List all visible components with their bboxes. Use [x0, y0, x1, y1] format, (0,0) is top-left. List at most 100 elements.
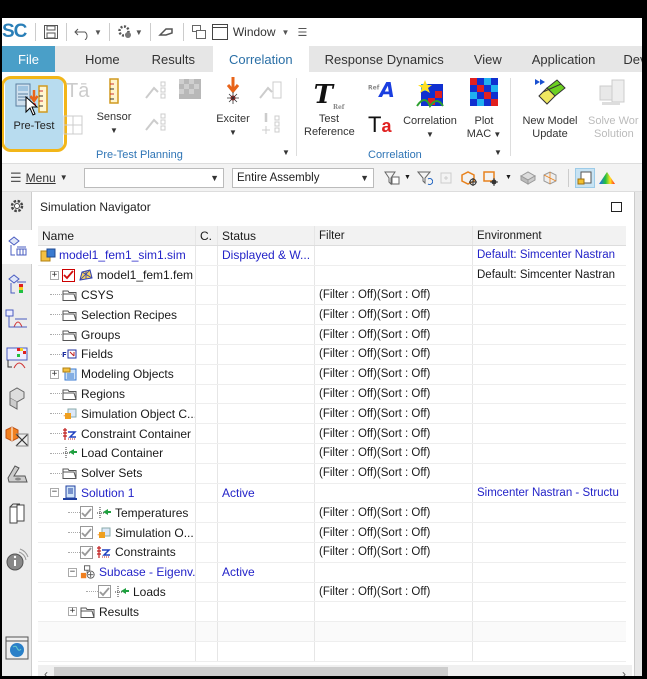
tree-row[interactable]: Temperatures (Filter : Off)(Sort : Off): [38, 503, 626, 524]
chevron-down-icon[interactable]: ▼: [229, 128, 237, 137]
test-reference-button[interactable]: TRef Test Reference: [304, 80, 355, 139]
tree-row[interactable]: Simulation O... (Filter : Off)(Sort : Off…: [38, 523, 626, 543]
tree-row-name-cell[interactable]: [38, 641, 196, 661]
tree-row-name-cell[interactable]: + Results: [38, 602, 196, 622]
tree-row-name-cell[interactable]: Simulation O...: [38, 523, 196, 542]
collapse-icon[interactable]: −: [68, 567, 77, 577]
pretest-button[interactable]: Pre-Test: [5, 78, 63, 150]
tree-row-name-cell[interactable]: CSYS: [38, 285, 196, 305]
tree-row-name-cell[interactable]: Solver Sets: [38, 463, 196, 483]
tree-row-name-cell[interactable]: Regions: [38, 384, 196, 404]
tab-file[interactable]: File: [2, 46, 55, 72]
chevron-down-icon[interactable]: ▼: [135, 28, 143, 37]
tab-correlation[interactable]: Correlation: [213, 46, 309, 72]
tree-row-name-cell[interactable]: Temperatures: [38, 503, 196, 523]
tree-row-name-cell[interactable]: + Modeling Objects: [38, 364, 196, 384]
tree-row[interactable]: + model1_fem1.fem Default: Simcenter Nastr…: [38, 265, 626, 286]
tree-row[interactable]: Constraints (Filter : Off)(Sort : Off): [38, 542, 626, 563]
menu-button[interactable]: ☰ Menu ▼: [2, 170, 84, 186]
snap-disabled-icon[interactable]: [437, 168, 457, 188]
tab-results[interactable]: Results: [138, 46, 213, 72]
tab-home[interactable]: Home: [55, 46, 138, 72]
column-header-name[interactable]: Name: [38, 226, 196, 245]
type-filter-combo[interactable]: ▼: [84, 167, 224, 188]
customize-toolbar-icon[interactable]: ☰: [297, 26, 307, 39]
visibility-checkbox[interactable]: [80, 526, 93, 540]
tree-row[interactable]: Solver Sets (Filter : Off)(Sort : Off): [38, 463, 626, 484]
tree-row[interactable]: model1_fem1_sim1.sim Displayed & W... Defa…: [38, 246, 626, 266]
window-menu[interactable]: Window: [233, 25, 276, 39]
tree-row-name-cell[interactable]: Selection Recipes: [38, 305, 196, 325]
correlation-button[interactable]: Correlation ▼: [400, 78, 460, 141]
horizontal-scroll-thumb[interactable]: [54, 667, 448, 676]
visibility-checkbox[interactable]: [62, 268, 75, 282]
tree-row-name-cell[interactable]: Simulation Object C...: [38, 404, 196, 424]
tree-row[interactable]: Loads (Filter : Off)(Sort : Off): [38, 582, 626, 603]
save-icon[interactable]: [43, 24, 59, 40]
select-face-icon[interactable]: [481, 168, 501, 188]
sensor-button[interactable]: Sensor ▼: [92, 78, 136, 137]
vertical-scrollbar[interactable]: [634, 192, 642, 676]
resource-bar-settings[interactable]: [2, 192, 32, 222]
undo-icon[interactable]: ▼: [74, 24, 102, 40]
tree-row-name-cell[interactable]: − Subcase - Eigenv...: [38, 562, 196, 582]
group-dialog-launcher-icon[interactable]: ▼: [282, 148, 290, 157]
column-header-status[interactable]: Status: [218, 226, 315, 245]
analysis-reference-icon[interactable]: RefA: [368, 78, 395, 102]
tree-row[interactable]: − Subcase - Eigenv... Active: [38, 562, 626, 583]
expand-icon[interactable]: +: [50, 270, 59, 280]
resource-bar-web-browser[interactable]: [2, 630, 32, 668]
tree-row[interactable]: + Results: [38, 602, 626, 623]
resource-bar-system-info[interactable]: [2, 544, 32, 578]
column-header-c[interactable]: C.: [196, 226, 218, 245]
maximize-icon[interactable]: [611, 202, 622, 212]
tree-row-name-cell[interactable]: Constraint Container: [38, 424, 196, 443]
resource-bar-reuse-library[interactable]: [2, 458, 32, 492]
resource-bar-xy-function[interactable]: [2, 304, 32, 338]
resource-bar-history[interactable]: [2, 498, 32, 532]
tree-row-name-cell[interactable]: [38, 622, 196, 641]
tree-row[interactable]: [38, 622, 626, 642]
tree-row-name-cell[interactable]: Constraints: [38, 542, 196, 562]
resource-bar-part-navigator[interactable]: [2, 420, 32, 454]
magnet-pin-icon[interactable]: [158, 25, 176, 39]
filter-list-icon[interactable]: [382, 168, 402, 188]
chevron-down-icon[interactable]: ▼: [505, 174, 512, 181]
chevron-down-icon[interactable]: ▼: [491, 130, 501, 139]
tree-row[interactable]: Constraint Container (Filter : Off)(Sort …: [38, 424, 626, 444]
visibility-checkbox[interactable]: [98, 585, 111, 599]
resource-bar-simulation-navigator[interactable]: [2, 230, 32, 264]
tab-response-dynamics[interactable]: Response Dynamics: [309, 46, 460, 72]
tree-row-name-cell[interactable]: + model1_fem1.fem: [38, 265, 196, 285]
solve-work-solution-button[interactable]: Solve Wor Solution: [588, 78, 642, 141]
tree-row[interactable]: Groups (Filter : Off)(Sort : Off): [38, 325, 626, 345]
tree-row[interactable]: Load Container (Filter : Off)(Sort : Off): [38, 443, 626, 464]
tree-row-name-cell[interactable]: Groups: [38, 325, 196, 344]
visibility-checkbox[interactable]: [80, 506, 93, 520]
column-header-environment[interactable]: Environment: [473, 226, 626, 245]
chevron-down-icon[interactable]: ▼: [426, 130, 434, 139]
scroll-right-icon[interactable]: ›: [616, 665, 632, 677]
select-lock-icon[interactable]: [574, 167, 595, 188]
window-icon[interactable]: [211, 23, 229, 41]
visibility-checkbox[interactable]: [80, 545, 93, 559]
tree-row[interactable]: CSYS (Filter : Off)(Sort : Off): [38, 285, 626, 306]
column-header-filter[interactable]: Filter: [315, 226, 473, 245]
wireframe-view-icon[interactable]: [540, 168, 560, 188]
scroll-left-icon[interactable]: ‹: [38, 665, 54, 677]
tab-view[interactable]: View: [460, 46, 518, 72]
tab-application[interactable]: Application: [518, 46, 612, 72]
tree-row[interactable]: [38, 641, 626, 662]
collapse-icon[interactable]: −: [50, 488, 59, 498]
chevron-down-icon[interactable]: ▼: [110, 126, 118, 135]
tree-row[interactable]: Selection Recipes (Filter : Off)(Sort : O…: [38, 305, 626, 326]
expand-icon[interactable]: +: [50, 369, 59, 379]
tree-row-name-cell[interactable]: Loads: [38, 582, 196, 602]
horizontal-scrollbar[interactable]: ‹ ›: [38, 665, 632, 676]
tab-develop[interactable]: Deve: [611, 46, 642, 72]
tree-row[interactable]: − Solution 1 Active Simcenter Nastran - Str…: [38, 483, 626, 504]
tree-row-name-cell[interactable]: Load Container: [38, 443, 196, 463]
tree-row[interactable]: F Fields (Filter : Off)(Sort : Off): [38, 344, 626, 365]
resource-bar-assembly[interactable]: [2, 382, 32, 416]
new-model-update-button[interactable]: New Model Update: [518, 78, 582, 141]
